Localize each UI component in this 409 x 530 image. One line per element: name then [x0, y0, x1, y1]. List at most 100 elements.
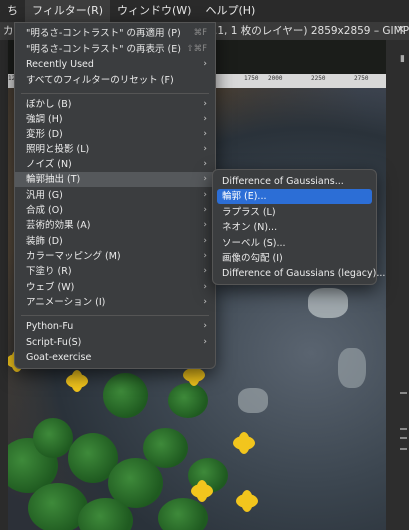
window-title: .1, 1 枚のレイヤー) 2859x2859 – GIMP — [214, 25, 409, 37]
menubar-item-filters[interactable]: フィルター(R) — [25, 0, 111, 22]
menu-item-combine[interactable]: 合成 (O) › — [15, 203, 215, 218]
menu-item-map[interactable]: カラーマッピング (M) › — [15, 249, 215, 264]
menu-bar: ち フィルター(R) ウィンドウ(W) ヘルプ(H) — [0, 0, 409, 22]
submenu-item-neon[interactable]: ネオン (N)... — [217, 220, 372, 235]
rock-highlight — [238, 388, 268, 413]
leaf — [103, 373, 148, 418]
menu-item-render[interactable]: 下塗り (R) › — [15, 264, 215, 279]
menu-item-label: Script-Fu(S) — [26, 337, 82, 348]
menubar-item-partial[interactable]: ち — [0, 0, 25, 22]
chevron-right-icon: › — [203, 251, 207, 261]
menu-item-label: 芸術的効果 (A) — [26, 220, 91, 231]
menu-separator — [21, 93, 209, 94]
chevron-right-icon: › — [203, 282, 207, 292]
menu-item-label: 下塗り (R) — [26, 266, 72, 277]
menu-item-reapply[interactable]: "明るさ-コントラスト" の再適用 (P) ⌘F — [15, 26, 215, 41]
menu-item-label: 強調 (H) — [26, 114, 63, 125]
ruler-tick: 1750 — [244, 75, 259, 82]
collapse-icon[interactable]: ▮ — [400, 54, 408, 66]
shortcut-label: ⌘F — [193, 28, 207, 38]
menu-item-artistic[interactable]: 芸術的効果 (A) › — [15, 218, 215, 233]
filters-menu: "明るさ-コントラスト" の再適用 (P) ⌘F "明るさ-コントラスト" の再… — [14, 22, 216, 369]
menu-item-label: 装飾 (D) — [26, 236, 63, 247]
menu-item-label: 照明と投影 (L) — [26, 144, 90, 155]
menu-item-noise[interactable]: ノイズ (N) › — [15, 157, 215, 172]
leaf — [33, 418, 73, 458]
ruler-tick: 2000 — [268, 75, 283, 82]
chevron-right-icon: › — [203, 114, 207, 124]
menu-item-recently-used[interactable]: Recently Used › — [15, 57, 215, 72]
right-dock-panel — [386, 40, 409, 530]
menu-item-label: 汎用 (G) — [26, 190, 63, 201]
chevron-right-icon: › — [203, 190, 207, 200]
menu-item-light-shadow[interactable]: 照明と投影 (L) › — [15, 142, 215, 157]
submenu-item-dog-legacy[interactable]: Difference of Gaussians (legacy)... — [217, 266, 385, 281]
menu-item-label: 輪郭抽出 (T) — [26, 174, 81, 185]
menu-item-label: ウェブ (W) — [26, 282, 75, 293]
flower — [236, 490, 262, 516]
menu-item-python-fu[interactable]: Python-Fu › — [15, 319, 215, 334]
left-dock-panel — [0, 40, 8, 530]
menu-item-generic[interactable]: 汎用 (G) › — [15, 188, 215, 203]
menu-item-reshow[interactable]: "明るさ-コントラスト" の再表示 (E) ⇧⌘F — [15, 42, 215, 57]
chevron-right-icon: › — [203, 205, 207, 215]
menu-item-label: Python-Fu — [26, 321, 74, 332]
close-icon[interactable]: ✕ — [396, 24, 406, 35]
menu-item-label: "明るさ-コントラスト" の再表示 (E) — [26, 44, 181, 55]
menu-item-enhance[interactable]: 強調 (H) › — [15, 112, 215, 127]
shortcut-label: ⇧⌘F — [186, 44, 207, 54]
menu-item-animation[interactable]: アニメーション (I) › — [15, 295, 215, 310]
leaf — [168, 383, 208, 418]
chevron-right-icon: › — [203, 159, 207, 169]
menubar-item-windows[interactable]: ウィンドウ(W) — [110, 0, 198, 22]
submenu-item-edge[interactable]: 輪郭 (E)... — [217, 189, 372, 204]
ruler-tick: 2250 — [311, 75, 326, 82]
menu-item-decor[interactable]: 装飾 (D) › — [15, 234, 215, 249]
leaf — [158, 498, 208, 530]
menu-item-reset-all-filters[interactable]: すべてのフィルターのリセット (F) — [15, 73, 215, 88]
submenu-item-laplace[interactable]: ラプラス (L) — [217, 205, 372, 220]
chevron-right-icon: › — [203, 129, 207, 139]
chevron-right-icon: › — [203, 59, 207, 69]
panel-handle-icon[interactable] — [400, 437, 407, 439]
flower — [233, 432, 255, 454]
ruler-tick: 2750 — [354, 75, 369, 82]
flower — [191, 480, 213, 502]
menu-item-label: すべてのフィルターのリセット (F) — [26, 75, 174, 86]
menu-item-label: "明るさ-コントラスト" の再適用 (P) — [26, 28, 181, 39]
chevron-right-icon: › — [203, 266, 207, 276]
leaf — [143, 428, 188, 468]
chevron-right-icon: › — [203, 220, 207, 230]
submenu-item-image-gradient[interactable]: 画像の勾配 (I) — [217, 251, 372, 266]
menu-item-script-fu[interactable]: Script-Fu(S) › — [15, 335, 215, 350]
submenu-item-dog[interactable]: Difference of Gaussians... — [217, 174, 372, 189]
panel-handle-icon[interactable] — [400, 392, 407, 394]
menu-item-label: 変形 (D) — [26, 129, 63, 140]
menubar-item-help[interactable]: ヘルプ(H) — [198, 0, 262, 22]
menu-item-label: アニメーション (I) — [26, 297, 106, 308]
chevron-right-icon: › — [203, 236, 207, 246]
chevron-right-icon: › — [203, 321, 207, 331]
menu-item-label: ノイズ (N) — [26, 159, 72, 170]
menu-item-goat-exercise[interactable]: Goat-exercise — [15, 350, 215, 365]
chevron-right-icon: › — [203, 337, 207, 347]
menu-item-label: カラーマッピング (M) — [26, 251, 121, 262]
menu-item-web[interactable]: ウェブ (W) › — [15, 280, 215, 295]
submenu-item-sobel[interactable]: ソーベル (S)... — [217, 236, 372, 251]
panel-handle-icon[interactable] — [400, 448, 407, 450]
edge-detect-submenu: Difference of Gaussians... 輪郭 (E)... ラプラ… — [212, 169, 385, 285]
chevron-right-icon: › — [203, 144, 207, 154]
chevron-right-icon: › — [203, 174, 207, 184]
menu-item-edge-detect[interactable]: 輪郭抽出 (T) › — [15, 172, 215, 187]
menu-item-distorts[interactable]: 変形 (D) › — [15, 127, 215, 142]
rock-highlight — [308, 288, 348, 318]
menu-item-label: Goat-exercise — [26, 352, 92, 363]
menu-item-blur[interactable]: ぼかし (B) › — [15, 97, 215, 112]
menu-item-label: 合成 (O) — [26, 205, 63, 216]
menu-separator — [21, 315, 209, 316]
panel-handle-icon[interactable] — [400, 428, 407, 430]
rock-highlight — [338, 348, 366, 388]
chevron-right-icon: › — [203, 297, 207, 307]
chevron-right-icon: › — [203, 99, 207, 109]
window-title-left: カ — [3, 25, 14, 37]
